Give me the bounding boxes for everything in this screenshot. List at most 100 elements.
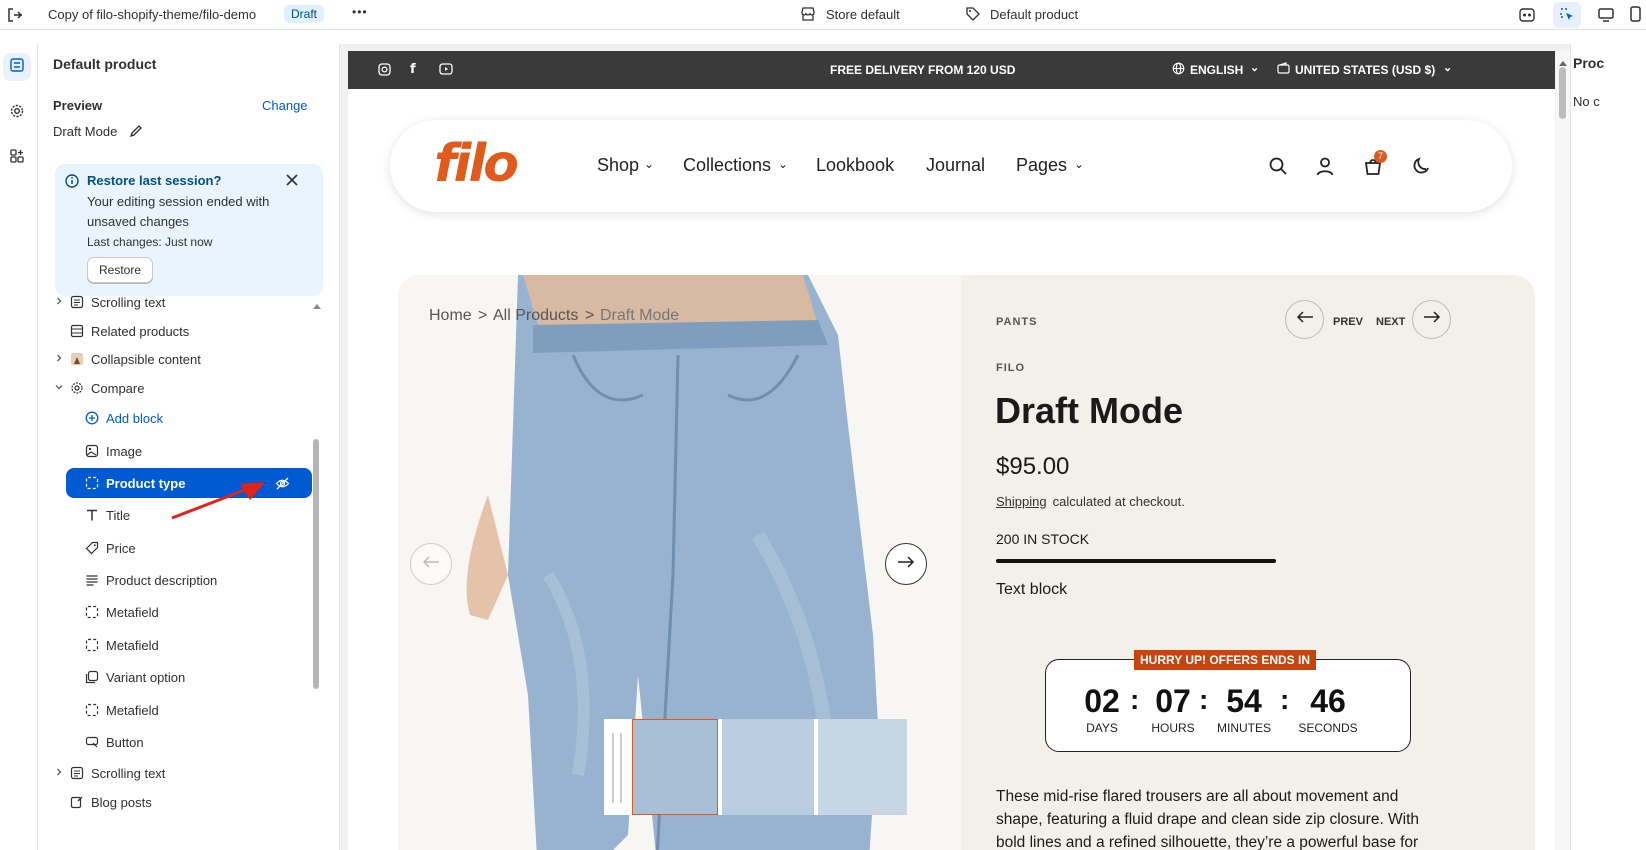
desktop-view-icon[interactable] — [1597, 6, 1615, 29]
moon-icon[interactable] — [1411, 156, 1431, 181]
inspector-icon[interactable] — [1518, 6, 1536, 29]
sidebar-item-label: Price — [106, 540, 136, 556]
thumbnail-3[interactable] — [818, 719, 907, 815]
exit-icon[interactable] — [6, 6, 24, 24]
sidebar: Default product Preview Change Draft Mod… — [38, 44, 340, 850]
storefront-preview: f FREE DELIVERY FROM 120 USD ENGLISH ⌄ U… — [348, 51, 1555, 850]
stock-bar-fill — [996, 559, 1276, 563]
gallery-prev-button[interactable] — [410, 543, 452, 585]
dashed-square-icon — [84, 637, 100, 653]
gallery-next-button[interactable] — [885, 543, 927, 585]
sidebar-item-label: Title — [106, 507, 131, 523]
sidebar-item-metafield[interactable]: Metafield — [38, 630, 340, 660]
apps-button[interactable] — [3, 144, 31, 172]
breadcrumb-home[interactable]: Home — [429, 307, 472, 325]
arrow-right-icon — [897, 555, 915, 574]
nav-lookbook[interactable]: Lookbook — [816, 155, 894, 176]
chevron-right-icon[interactable] — [54, 353, 64, 366]
sidebar-item-button[interactable]: Button — [38, 727, 340, 757]
editor-rail — [0, 44, 38, 850]
mobile-view-icon[interactable] — [1628, 5, 1642, 28]
preview-scroll-thumb[interactable] — [1559, 67, 1566, 119]
sidebar-item-blog-posts[interactable]: Blog posts — [38, 787, 340, 817]
shipping-link[interactable]: Shipping — [996, 494, 1047, 509]
breadcrumb-separator: > — [585, 307, 595, 324]
sidebar-item-collapsible-content[interactable]: Collapsible content — [38, 344, 340, 374]
sidebar-item-scrolling-text[interactable]: Scrolling text — [38, 758, 340, 788]
sidebar-item-label: Add block — [106, 410, 164, 426]
sidebar-item-scrolling-text[interactable]: Scrolling text — [38, 287, 340, 317]
thumbnail-1[interactable] — [632, 719, 718, 815]
thumbnail-drag-handle[interactable] — [612, 733, 622, 803]
sidebar-item-label: Compare — [91, 380, 145, 396]
product-type: PANTS — [996, 316, 1038, 328]
template-selector[interactable]: Default product — [990, 7, 1078, 22]
close-icon[interactable] — [285, 173, 299, 192]
theme-name: Copy of filo-shopify-theme/filo-demo — [48, 7, 257, 22]
sidebar-item-related-products[interactable]: Related products — [38, 316, 340, 346]
chevron-right-icon[interactable] — [54, 296, 64, 309]
description-line-1: These mid-rise flared trousers are all a… — [996, 788, 1399, 805]
prev-product-label[interactable]: PREV — [1333, 316, 1363, 328]
wallet-icon — [1277, 62, 1290, 78]
store-selector[interactable]: Store default — [826, 7, 900, 22]
preview-scrollbar[interactable] — [1556, 51, 1570, 850]
search-icon[interactable] — [1268, 156, 1288, 181]
sidebar-item-image[interactable]: Image — [38, 436, 340, 466]
title-icon — [84, 507, 100, 523]
scroll-up-icon[interactable] — [312, 297, 322, 315]
nav-journal[interactable]: Journal — [926, 155, 985, 176]
restore-button[interactable]: Restore — [87, 257, 154, 283]
nav-pages[interactable]: Pages — [1016, 155, 1067, 176]
change-preview-link[interactable]: Change — [262, 98, 308, 113]
account-icon[interactable] — [1315, 156, 1335, 181]
list-icon — [69, 323, 85, 339]
breadcrumb-current: Draft Mode — [600, 307, 680, 324]
dashed-square-icon — [84, 702, 100, 718]
sidebar-item-compare[interactable]: Compare — [38, 373, 340, 403]
hide-block-icon[interactable] — [274, 475, 290, 491]
select-element-icon[interactable] — [1553, 2, 1581, 28]
cart-count-badge: 7 — [1374, 150, 1387, 163]
preview-label: Preview — [53, 98, 103, 113]
sidebar-item-label: Metafield — [106, 702, 159, 718]
button-icon — [84, 734, 100, 750]
next-product-button[interactable] — [1412, 300, 1451, 339]
gear-icon — [69, 380, 85, 396]
youtube-icon[interactable] — [439, 63, 453, 78]
product-title: Draft Mode — [995, 390, 1183, 431]
breadcrumb-all-products[interactable]: All Products — [493, 307, 578, 325]
sidebar-item-product-description[interactable]: Product description — [38, 565, 340, 595]
sidebar-item-add-block[interactable]: Add block — [38, 403, 340, 433]
sidebar-item-label: Blog posts — [91, 794, 152, 810]
language-selector[interactable]: ENGLISH — [1190, 63, 1243, 77]
breadcrumb-separator: > — [478, 307, 488, 324]
sidebar-item-metafield[interactable]: Metafield — [38, 695, 340, 725]
thumbnail-2[interactable] — [722, 719, 814, 815]
sidebar-item-metafield[interactable]: Metafield — [38, 597, 340, 627]
tag-icon — [965, 6, 981, 27]
chevron-down-icon: ⌄ — [644, 157, 655, 171]
pencil-icon[interactable] — [129, 124, 143, 143]
sidebar-item-variant-option[interactable]: Variant option — [38, 662, 340, 692]
store-logo[interactable]: filo — [434, 134, 519, 194]
sidebar-item-label: Metafield — [106, 604, 159, 620]
prev-product-button[interactable] — [1285, 300, 1324, 339]
countdown-hours-label: HOURS — [1151, 721, 1195, 735]
sections-button[interactable] — [3, 53, 31, 81]
theme-settings-button[interactable] — [3, 99, 31, 127]
chevron-down-icon[interactable] — [54, 382, 64, 395]
nav-shop[interactable]: Shop — [597, 155, 639, 176]
facebook-icon[interactable]: f — [410, 62, 416, 77]
more-actions-button[interactable]: ••• — [352, 5, 368, 19]
instagram-icon[interactable] — [378, 63, 391, 79]
currency-selector[interactable]: UNITED STATES (USD $) — [1295, 63, 1435, 77]
scroll-thumb[interactable] — [313, 439, 319, 689]
next-product-label[interactable]: NEXT — [1376, 316, 1405, 328]
countdown-days: 02 — [1084, 683, 1120, 719]
chevron-right-icon[interactable] — [54, 767, 64, 780]
nav-collections[interactable]: Collections — [683, 155, 771, 176]
tree-scrollbar[interactable] — [312, 289, 322, 849]
restore-message-line2: unsaved changes — [87, 214, 189, 229]
sidebar-item-price[interactable]: Price — [38, 533, 340, 563]
